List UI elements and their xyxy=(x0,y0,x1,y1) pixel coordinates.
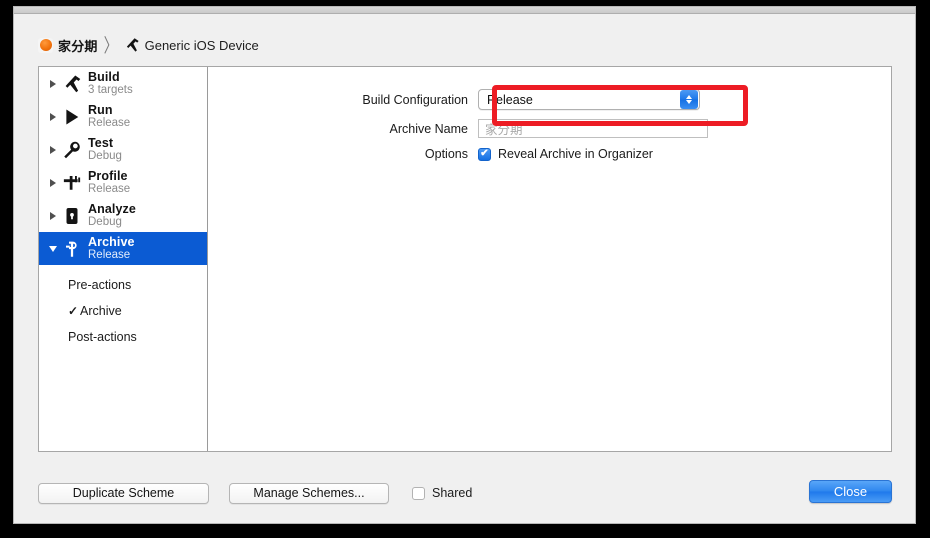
chevron-right-icon[interactable] xyxy=(46,143,59,156)
sidebar-item-label: Profile xyxy=(88,168,128,183)
window-titlebar[interactable] xyxy=(14,7,915,14)
sidebar-item-label: Analyze xyxy=(88,201,136,216)
breadcrumb-separator: 〉 xyxy=(103,34,118,56)
options-row: Options ✔ Reveal Archive in Organizer xyxy=(208,147,891,161)
sidebar-child-label: Post-actions xyxy=(68,330,137,344)
shared-checkbox-row[interactable]: Shared xyxy=(412,486,472,500)
chevron-right-icon[interactable] xyxy=(46,176,59,189)
archive-name-input[interactable]: 家分期 xyxy=(478,119,708,138)
sidebar-archive-children: Pre-actions ✓ Archive Post-actions xyxy=(39,265,207,350)
sidebar-item-analyze[interactable]: Analyze Debug xyxy=(39,199,207,232)
reveal-archive-label: Reveal Archive in Organizer xyxy=(498,147,653,161)
reveal-archive-checkbox[interactable]: ✔ xyxy=(478,147,491,161)
scheme-actions-sidebar: Build 3 targets Run Release Test Debug P… xyxy=(39,67,208,451)
archive-settings-content: Build Configuration Release Archive Name xyxy=(208,67,891,451)
sidebar-item-label: Run xyxy=(88,102,113,117)
up-down-chevron-icon[interactable] xyxy=(680,90,698,109)
sidebar-child-archive[interactable]: ✓ Archive xyxy=(39,298,207,324)
hammer-icon xyxy=(61,73,83,95)
sidebar-item-subtitle: Release xyxy=(88,117,131,130)
sidebar-item-subtitle: Debug xyxy=(88,216,122,229)
scheme-panel: Build 3 targets Run Release Test Debug P… xyxy=(38,66,892,452)
duplicate-scheme-button[interactable]: Duplicate Scheme xyxy=(38,482,209,504)
archive-name-label: Archive Name xyxy=(389,121,469,136)
footer-bar: Duplicate Scheme Manage Schemes... Share… xyxy=(38,480,892,505)
breadcrumb-project-name[interactable]: 家分期 xyxy=(58,36,98,55)
shared-checkbox[interactable] xyxy=(412,486,425,500)
shared-label: Shared xyxy=(432,486,473,500)
sidebar-item-label: Build xyxy=(88,69,120,84)
lock-icon xyxy=(61,205,83,227)
sidebar-item-subtitle: Release xyxy=(88,183,131,196)
chevron-down-icon[interactable] xyxy=(46,242,59,255)
archive-icon xyxy=(61,238,83,260)
checkmark-icon: ✔ xyxy=(480,147,489,159)
sidebar-item-run[interactable]: Run Release xyxy=(39,100,207,133)
build-configuration-select[interactable]: Release xyxy=(478,89,700,110)
app-circle-icon xyxy=(38,37,53,53)
caliper-icon xyxy=(61,172,83,194)
manage-schemes-button[interactable]: Manage Schemes... xyxy=(229,482,389,504)
chevron-right-icon[interactable] xyxy=(46,77,59,90)
screenshot-root: 家分期 〉 Generic iOS Device Build 3 targets… xyxy=(0,0,930,538)
sidebar-item-label: Archive xyxy=(88,234,135,249)
sidebar-item-test[interactable]: Test Debug xyxy=(39,133,207,166)
chevron-right-icon[interactable] xyxy=(46,209,59,222)
sidebar-item-build[interactable]: Build 3 targets xyxy=(39,67,207,100)
archive-form: Build Configuration Release Archive Name xyxy=(208,89,891,170)
sidebar-child-label: Pre-actions xyxy=(68,278,132,292)
sidebar-item-archive[interactable]: Archive Release xyxy=(39,232,207,265)
archive-name-row: Archive Name 家分期 xyxy=(208,119,891,138)
sidebar-item-subtitle: Debug xyxy=(88,150,122,163)
reveal-archive-checkbox-row[interactable]: ✔ Reveal Archive in Organizer xyxy=(478,147,653,161)
sidebar-item-subtitle: 3 targets xyxy=(88,84,133,97)
breadcrumb: 家分期 〉 Generic iOS Device xyxy=(38,34,259,56)
sidebar-child-label: Archive xyxy=(80,304,122,318)
sidebar-item-label: Test xyxy=(88,135,114,150)
options-label: Options xyxy=(424,147,468,161)
scheme-editor-window: 家分期 〉 Generic iOS Device Build 3 targets… xyxy=(14,7,915,523)
sidebar-child-pre-actions[interactable]: Pre-actions xyxy=(39,272,207,298)
sidebar-item-profile[interactable]: Profile Release xyxy=(39,166,207,199)
hammer-icon xyxy=(124,37,140,53)
build-configuration-row: Build Configuration Release xyxy=(208,89,891,110)
breadcrumb-device-name[interactable]: Generic iOS Device xyxy=(145,38,259,53)
chevron-right-icon[interactable] xyxy=(46,110,59,123)
build-configuration-value: Release xyxy=(487,92,533,107)
sidebar-item-subtitle: Release xyxy=(88,249,131,262)
checkmark-icon: ✓ xyxy=(68,304,79,318)
wrench-icon xyxy=(61,139,83,161)
play-icon xyxy=(61,106,83,128)
close-button[interactable]: Close xyxy=(809,480,892,503)
sidebar-child-post-actions[interactable]: Post-actions xyxy=(39,324,207,350)
build-configuration-label: Build Configuration xyxy=(362,92,468,107)
